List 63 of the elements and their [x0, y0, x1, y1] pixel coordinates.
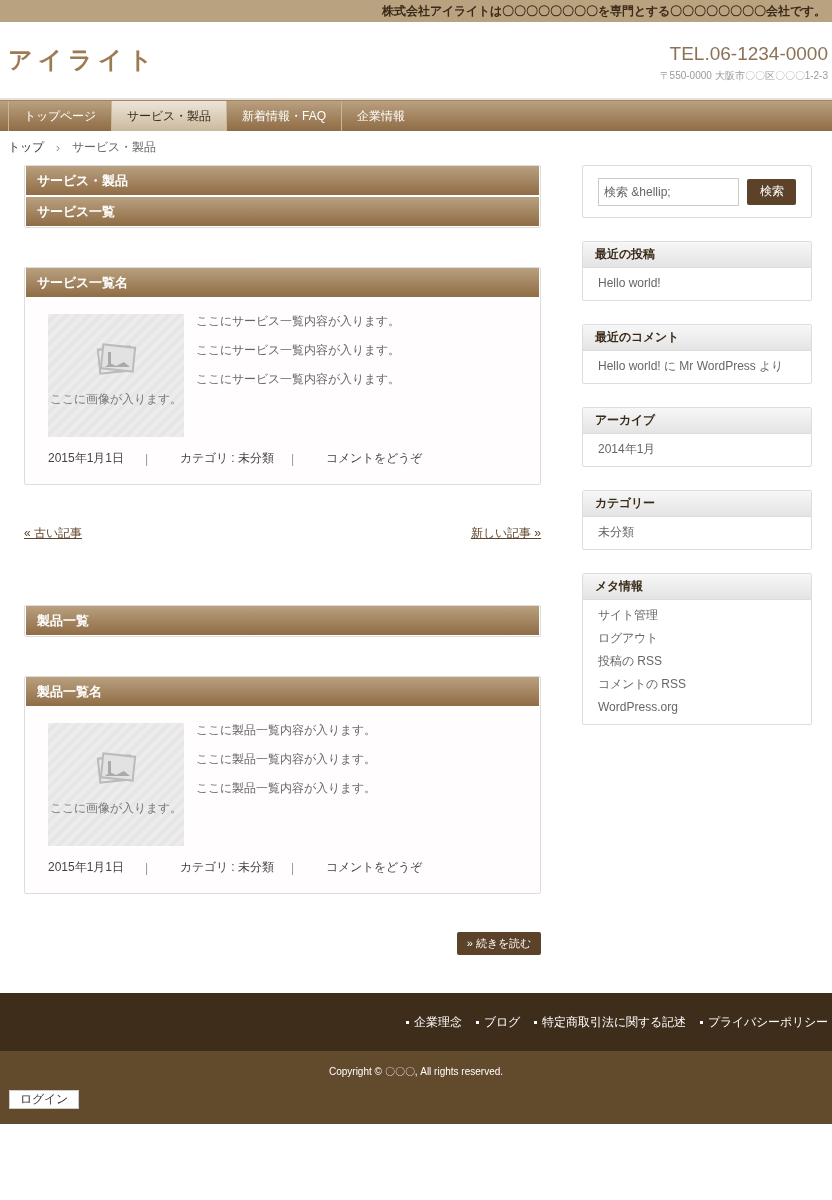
footer-link[interactable]: 企業理念 — [406, 1013, 462, 1031]
comment-link[interactable]: コメントをどうぞ — [326, 450, 422, 467]
nav-tab[interactable]: サービス・製品 — [111, 101, 226, 131]
placeholder-caption: ここに画像が入ります。 — [50, 391, 182, 408]
widget-title: アーカイブ — [583, 408, 811, 434]
site-logo[interactable]: アイライト — [8, 44, 158, 76]
post-date: 2015年1月1日 — [48, 859, 126, 876]
image-icon — [96, 752, 136, 786]
widget-link[interactable]: Hello world! に Mr WordPress より — [598, 359, 796, 373]
bullet-icon — [406, 1020, 409, 1024]
widget-link[interactable]: Hello world! — [598, 276, 796, 290]
bullet-icon — [534, 1020, 537, 1024]
placeholder-caption: ここに画像が入ります。 — [50, 800, 182, 817]
article-text: ここにサービス一覧内容が入ります。 — [196, 314, 400, 329]
post-date: 2015年1月1日 — [48, 450, 126, 467]
widget-link[interactable]: 2014年1月 — [598, 442, 796, 456]
widget-link[interactable]: ログアウト — [598, 631, 796, 645]
widget-title: カテゴリー — [583, 491, 811, 517]
older-posts-link[interactable]: « 古い記事 — [24, 525, 82, 542]
article-text: ここに製品一覧内容が入ります。 — [196, 752, 376, 767]
widget-title: メタ情報 — [583, 574, 811, 600]
widget-link[interactable]: 投稿の RSS — [598, 654, 796, 668]
section-heading: 製品一覧 — [26, 606, 539, 635]
article-text: ここに製品一覧内容が入ります。 — [196, 781, 376, 796]
article-text: ここにサービス一覧内容が入ります。 — [196, 372, 400, 387]
section-heading: サービス一覧 — [26, 197, 539, 226]
bullet-icon — [700, 1020, 703, 1024]
meta-separator: | — [291, 451, 296, 466]
search-field[interactable]: 検索 &hellip; — [598, 177, 739, 206]
login-button[interactable]: ログイン — [9, 1090, 79, 1109]
breadcrumb-link[interactable]: サービス・製品 — [72, 139, 156, 156]
comment-link[interactable]: コメントをどうぞ — [326, 859, 422, 876]
bullet-icon — [476, 1020, 479, 1024]
footer-link[interactable]: 特定商取引法に関する記述 — [534, 1013, 686, 1031]
read-more-button[interactable]: » 続きを読む — [456, 932, 541, 955]
meta-separator: | — [291, 860, 296, 875]
nav-tab[interactable]: 企業情報 — [341, 101, 420, 131]
widget-link[interactable]: 未分類 — [598, 525, 796, 539]
tagline: 株式会社アイライトは〇〇〇〇〇〇〇〇を専門とする〇〇〇〇〇〇〇〇会社です。 — [382, 2, 826, 20]
copyright: Copyright © 〇〇〇, All rights reserved. — [328, 1065, 504, 1079]
article-text: ここにサービス一覧内容が入ります。 — [196, 343, 400, 358]
breadcrumb-link[interactable]: トップ — [8, 139, 44, 156]
footer-link[interactable]: ブログ — [476, 1013, 520, 1031]
widget-link[interactable]: サイト管理 — [598, 608, 796, 622]
newer-posts-link[interactable]: 新しい記事 » — [471, 525, 541, 542]
section-heading: サービス・製品 — [26, 166, 539, 195]
footer-link[interactable]: プライバシーポリシー — [700, 1013, 828, 1031]
article-text: ここに製品一覧内容が入ります。 — [196, 723, 376, 738]
search-button[interactable]: 検索 — [747, 178, 796, 205]
widget-title: 最近の投稿 — [583, 242, 811, 268]
meta-separator: | — [145, 451, 150, 466]
widget-link[interactable]: コメントの RSS — [598, 677, 796, 691]
image-icon — [96, 343, 136, 377]
article-title: 製品一覧名 — [26, 677, 539, 706]
widget-link[interactable]: WordPress.org — [598, 700, 796, 714]
breadcrumb-separator: › — [56, 140, 60, 155]
post-category: カテゴリ : 未分類 — [180, 450, 275, 467]
widget-title: 最近のコメント — [583, 325, 811, 351]
nav-tab[interactable]: 新着情報・FAQ — [226, 101, 341, 131]
phone-number: TEL.06-1234-0000 — [669, 43, 828, 65]
post-category: カテゴリ : 未分類 — [180, 859, 275, 876]
article-title: サービス一覧名 — [26, 268, 539, 297]
meta-separator: | — [145, 860, 150, 875]
